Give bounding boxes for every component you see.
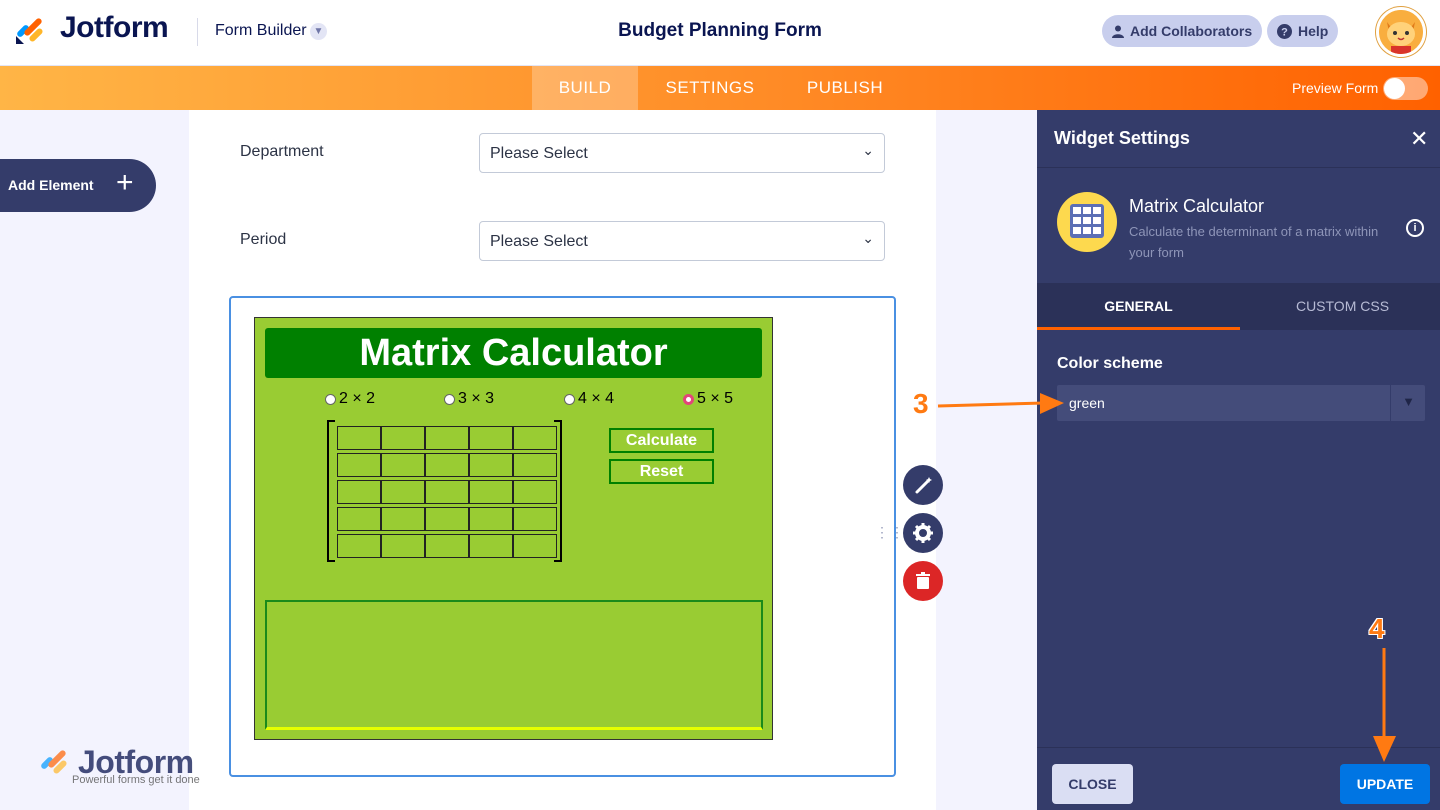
size-option-2x2[interactable]: 2 × 2 <box>325 390 375 408</box>
matrix-cell-input[interactable] <box>513 453 557 477</box>
arrow-down-icon <box>1373 648 1396 762</box>
matrix-cell-input[interactable] <box>469 507 513 531</box>
period-value: Please Select <box>490 233 588 250</box>
calculate-button[interactable]: Calculate <box>609 428 714 453</box>
radio-selected-icon[interactable] <box>683 393 694 405</box>
radio-icon[interactable] <box>564 393 575 405</box>
matrix-cell-input[interactable] <box>469 534 513 558</box>
caret-down-icon: ▼ <box>1402 394 1415 409</box>
size-label: 3 × 3 <box>458 390 495 407</box>
department-select[interactable]: Please Select ⌄ <box>479 133 885 173</box>
question-icon: ? <box>1277 23 1292 39</box>
matrix-cell-input[interactable] <box>513 426 557 450</box>
matrix-cell-input[interactable] <box>337 480 381 504</box>
gear-icon[interactable] <box>903 513 943 553</box>
preview-form-toggle[interactable] <box>1383 77 1428 100</box>
tab-custom-css[interactable]: CUSTOM CSS <box>1241 283 1440 330</box>
size-option-5x5[interactable]: 5 × 5 <box>683 390 733 408</box>
matrix-cell-input[interactable] <box>381 480 425 504</box>
reset-button[interactable]: Reset <box>609 459 714 484</box>
radio-icon[interactable] <box>444 393 455 405</box>
matrix-calculator-icon <box>1057 192 1117 252</box>
tab-publish[interactable]: PUBLISH <box>795 66 895 110</box>
size-label: 4 × 4 <box>578 390 615 407</box>
step-4-marker: 4 <box>1369 613 1385 644</box>
panel-title: Widget Settings <box>1054 128 1190 148</box>
close-button[interactable]: CLOSE <box>1052 764 1133 804</box>
matrix-cell-input[interactable] <box>337 534 381 558</box>
add-element-button[interactable]: Add Element + <box>0 159 156 212</box>
tab-general[interactable]: GENERAL <box>1037 283 1240 330</box>
form-builder-menu[interactable]: Form Builder <box>215 22 307 40</box>
matrix-cell-input[interactable] <box>425 534 469 558</box>
trash-icon[interactable] <box>903 561 943 601</box>
header-divider <box>197 18 198 46</box>
magic-wand-icon[interactable] <box>903 465 943 505</box>
plus-icon: + <box>116 166 134 199</box>
department-label: Department <box>240 143 324 160</box>
watermark-tagline: Powerful forms get it done <box>72 774 200 786</box>
widget-name: Matrix Calculator <box>1129 196 1265 216</box>
period-label: Period <box>240 231 287 248</box>
arrow-right-icon <box>937 393 1064 414</box>
matrix-cell-input[interactable] <box>513 480 557 504</box>
widget-description: Calculate the determinant of a matrix wi… <box>1129 224 1379 260</box>
matrix-cell-input[interactable] <box>381 534 425 558</box>
jotform-logo-icon <box>41 750 67 774</box>
color-scheme-label: Color scheme <box>1057 355 1163 372</box>
matrix-cell-input[interactable] <box>513 507 557 531</box>
brand-name[interactable]: Jotform <box>60 11 169 45</box>
matrix-cell-input[interactable] <box>337 453 381 477</box>
chevron-down-icon: ⌄ <box>862 142 874 158</box>
matrix-calculator-title: Matrix Calculator <box>265 328 762 378</box>
department-value: Please Select <box>490 145 588 162</box>
preview-form-label: Preview Form <box>1292 80 1379 96</box>
size-label: 2 × 2 <box>339 390 376 407</box>
matrix-cell-input[interactable] <box>337 507 381 531</box>
matrix-cell-input[interactable] <box>513 534 557 558</box>
info-icon[interactable]: i <box>1406 219 1424 237</box>
svg-text:?: ? <box>1281 26 1288 38</box>
chevron-down-icon: ⌄ <box>862 230 874 246</box>
matrix-cell-input[interactable] <box>337 426 381 450</box>
podo-cat-icon <box>1379 10 1423 54</box>
chevron-down-icon[interactable]: ▼ <box>310 23 327 40</box>
matrix-bracket-left <box>327 420 335 562</box>
help-label: Help <box>1298 23 1329 39</box>
matrix-cell-input[interactable] <box>425 453 469 477</box>
matrix-cell-input[interactable] <box>381 507 425 531</box>
matrix-cell-input[interactable] <box>381 453 425 477</box>
avatar[interactable] <box>1376 7 1426 57</box>
radio-icon[interactable] <box>325 393 336 405</box>
jotform-logo-icon[interactable] <box>14 14 48 46</box>
size-option-3x3[interactable]: 3 × 3 <box>444 390 494 408</box>
color-scheme-value: green <box>1069 395 1105 411</box>
color-scheme-select[interactable]: green ▼ <box>1057 385 1425 421</box>
step-3-marker: 3 <box>913 388 929 419</box>
tab-build[interactable]: BUILD <box>532 66 638 110</box>
matrix-cell-input[interactable] <box>425 426 469 450</box>
add-element-label: Add Element <box>8 177 94 193</box>
size-label: 5 × 5 <box>697 390 734 407</box>
user-icon <box>1112 25 1124 38</box>
update-button[interactable]: UPDATE <box>1340 764 1430 804</box>
period-select[interactable]: Please Select ⌄ <box>479 221 885 261</box>
matrix-cell-input[interactable] <box>425 480 469 504</box>
drag-handle-icon[interactable]: ⋮⋮ <box>875 525 905 539</box>
size-option-4x4[interactable]: 4 × 4 <box>564 390 614 408</box>
help-button[interactable]: ? Help <box>1267 15 1339 47</box>
matrix-cell-input[interactable] <box>381 426 425 450</box>
tab-settings[interactable]: SETTINGS <box>652 66 768 110</box>
matrix-cell-input[interactable] <box>469 426 513 450</box>
matrix-cell-input[interactable] <box>469 453 513 477</box>
matrix-cell-input[interactable] <box>469 480 513 504</box>
matrix-cell-input[interactable] <box>425 507 469 531</box>
close-icon[interactable]: ✕ <box>1410 126 1428 152</box>
add-collaborators-label: Add Collaborators <box>1130 23 1253 39</box>
result-output-area <box>265 600 763 730</box>
add-collaborators-button[interactable]: Add Collaborators <box>1102 15 1263 47</box>
form-title[interactable]: Budget Planning Form <box>520 20 920 42</box>
